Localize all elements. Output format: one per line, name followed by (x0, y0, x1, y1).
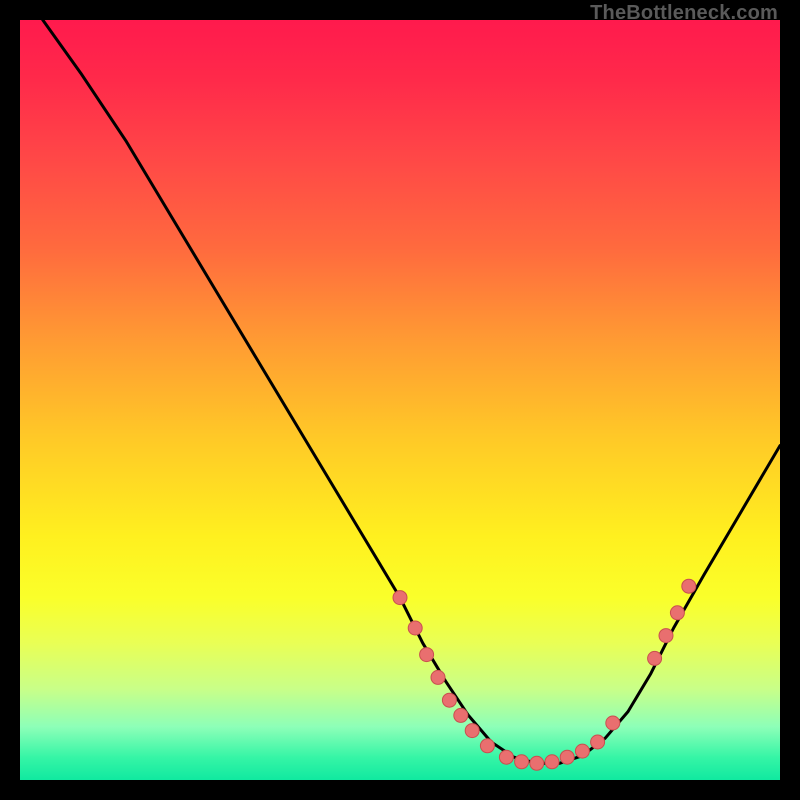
data-marker (560, 750, 574, 764)
data-marker (442, 693, 456, 707)
plot-area (20, 20, 780, 780)
data-marker (480, 739, 494, 753)
data-marker (465, 724, 479, 738)
data-marker (545, 755, 559, 769)
data-marker (420, 648, 434, 662)
curve-svg (20, 20, 780, 780)
data-marker (682, 579, 696, 593)
data-marker (575, 744, 589, 758)
data-marker (648, 651, 662, 665)
chart-frame: TheBottleneck.com (0, 0, 800, 800)
data-marker (499, 750, 513, 764)
data-marker (454, 708, 468, 722)
data-marker (393, 591, 407, 605)
data-marker (408, 621, 422, 635)
data-marker (659, 629, 673, 643)
data-marker (591, 735, 605, 749)
data-marker (606, 716, 620, 730)
data-marker (530, 756, 544, 770)
data-marker (670, 606, 684, 620)
bottleneck-curve (20, 0, 780, 763)
data-marker (431, 670, 445, 684)
data-marker (515, 755, 529, 769)
